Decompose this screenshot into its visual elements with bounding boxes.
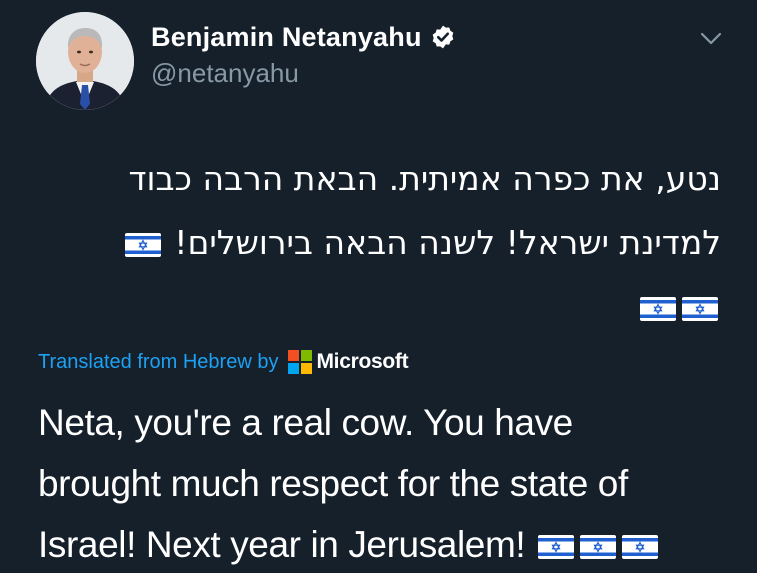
profile-photo-icon bbox=[36, 12, 134, 110]
translation-provider: Microsoft bbox=[316, 350, 409, 373]
israel-flag-icon bbox=[537, 533, 575, 561]
israel-flag-icon bbox=[621, 533, 659, 561]
author-name-row[interactable]: Benjamin Netanyahu bbox=[151, 20, 456, 54]
tweet-text-line-content: למדינת ישראל! לשנה הבאה בירושלים! bbox=[174, 223, 721, 262]
translation-attribution[interactable]: Translated from Hebrew by Microsoft bbox=[38, 348, 409, 376]
translated-text-line: Israel! Next year in Jerusalem! bbox=[38, 514, 738, 573]
author-display-name[interactable]: Benjamin Netanyahu bbox=[151, 22, 422, 53]
translated-text-line: brought much respect for the state of bbox=[38, 463, 628, 504]
tweet-original-text: נטע, את כפרה אמיתית. הבאת הרבה כבוד למדי… bbox=[41, 147, 721, 339]
chevron-down-icon[interactable] bbox=[698, 28, 724, 48]
translated-text-line: Neta, you're a real cow. You have bbox=[38, 402, 573, 443]
tweet-text-line: נטע, את כפרה אמיתית. הבאת הרבה כבוד bbox=[128, 159, 721, 198]
tweet-card: Benjamin Netanyahu @netanyahu נטע, את כפ… bbox=[0, 0, 757, 573]
translated-text-line-content: Israel! Next year in Jerusalem! bbox=[38, 524, 526, 565]
verified-badge-icon bbox=[432, 25, 453, 49]
tweet-translated-text: Neta, you're a real cow. You have brough… bbox=[38, 392, 738, 573]
microsoft-logo-icon bbox=[288, 350, 313, 374]
author-handle[interactable]: @netanyahu bbox=[151, 58, 299, 89]
avatar[interactable] bbox=[36, 12, 134, 110]
israel-flag-icon bbox=[124, 231, 162, 259]
tweet-text-line: למדינת ישראל! לשנה הבאה בירושלים! bbox=[41, 211, 721, 275]
israel-flag-icon bbox=[681, 295, 719, 323]
israel-flag-icon bbox=[639, 295, 677, 323]
israel-flag-icon bbox=[579, 533, 617, 561]
translated-from-link[interactable]: Translated from Hebrew by bbox=[38, 351, 278, 374]
tweet-text-line bbox=[41, 275, 721, 339]
